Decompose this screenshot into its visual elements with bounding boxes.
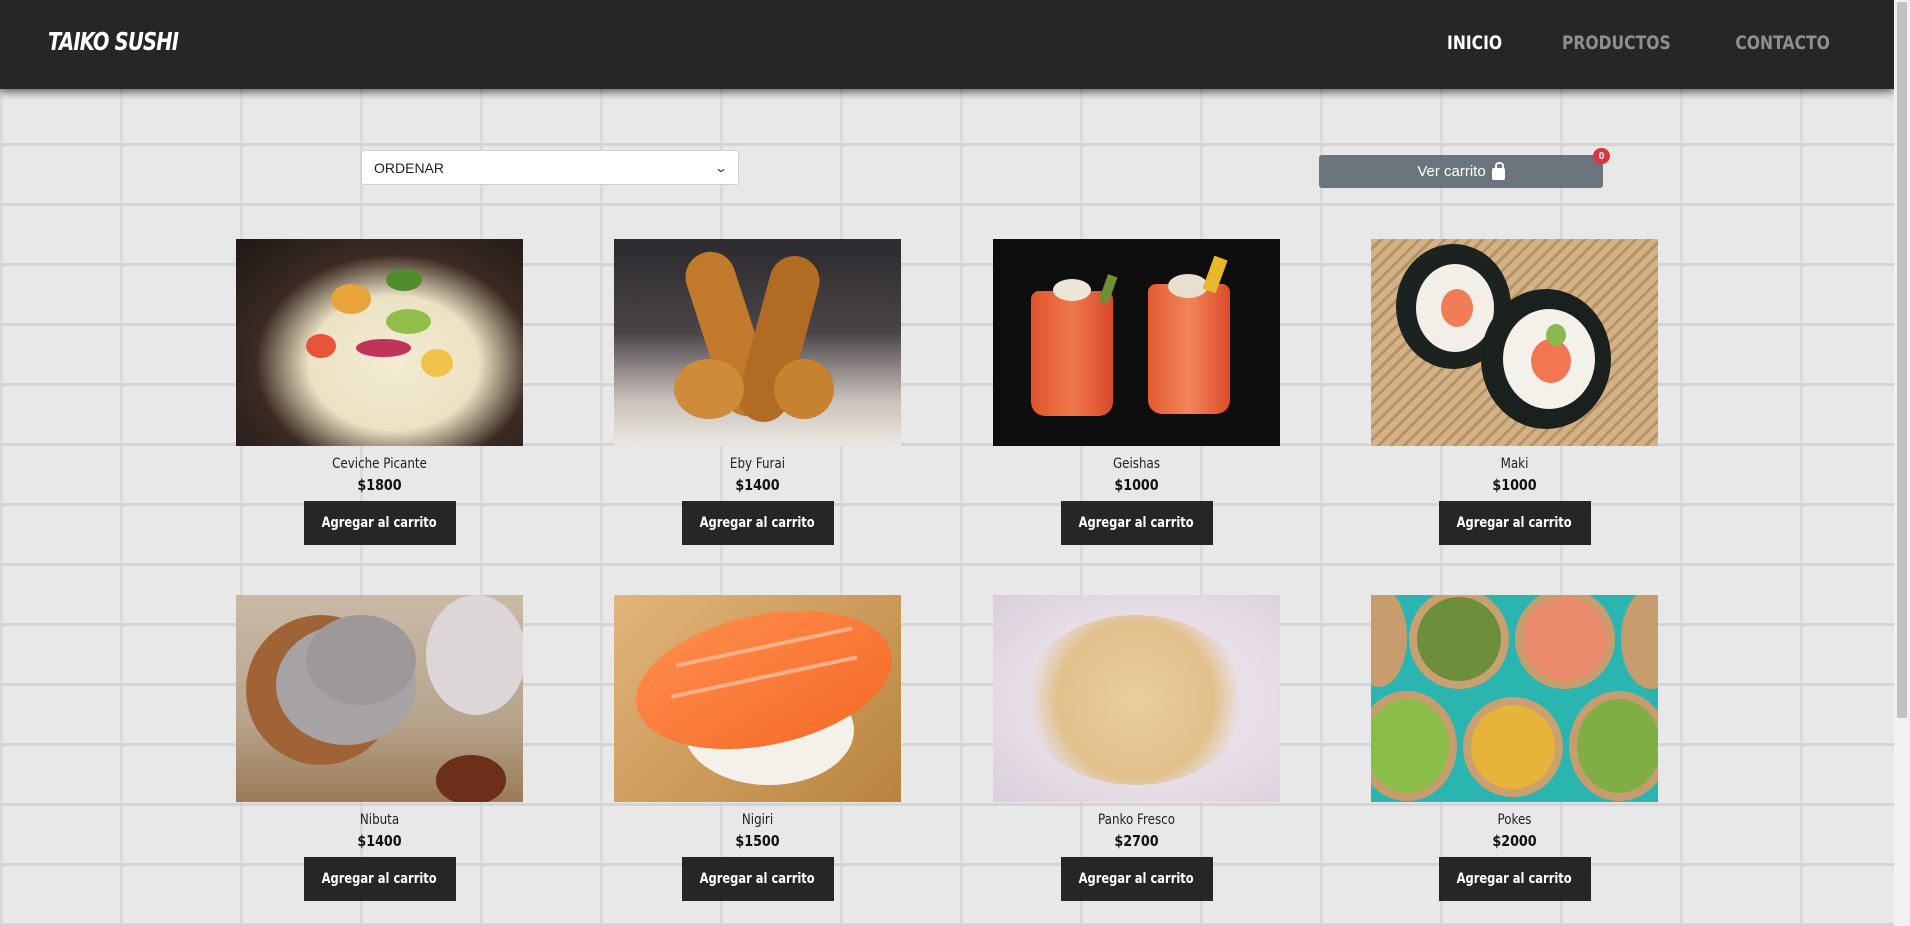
chevron-down-icon: ⌄ [713, 160, 729, 175]
product-card: Panko Fresco $2700 Agregar al carrito [993, 595, 1280, 901]
product-price: $1000 [1114, 476, 1159, 494]
view-cart-button[interactable]: Ver carrito [1319, 155, 1603, 188]
product-price: $1500 [735, 832, 780, 850]
product-card: Geishas $1000 Agregar al carrito [993, 239, 1280, 545]
product-price: $2000 [1492, 832, 1537, 850]
product-name: Geishas [1112, 456, 1161, 472]
product-image-nigiri [614, 595, 901, 802]
product-card: Maki $1000 Agregar al carrito [1371, 239, 1658, 545]
nav-link-productos[interactable]: PRODUCTOS [1562, 32, 1671, 54]
nav-link-contacto[interactable]: CONTACTO [1735, 32, 1830, 54]
add-to-cart-button[interactable]: Agregar al carrito [303, 857, 456, 901]
scrollbar-thumb[interactable] [1897, 2, 1907, 718]
product-card: Pokes $2000 Agregar al carrito [1371, 595, 1658, 901]
main-nav: INICIO PRODUCTOS CONTACTO [1441, 32, 1840, 54]
product-image-eby-furai [614, 239, 901, 446]
cart-count-badge: 0 [1593, 148, 1610, 164]
product-name: Ceviche Picante [332, 456, 427, 472]
product-card: Nibuta $1400 Agregar al carrito [236, 595, 523, 901]
product-price: $1400 [357, 832, 402, 850]
add-to-cart-label: Agregar al carrito [699, 515, 816, 531]
product-image-maki [1371, 239, 1658, 446]
product-image-panko [993, 595, 1280, 802]
product-price: $1400 [735, 476, 780, 494]
product-price: $1800 [357, 476, 402, 494]
product-name: Panko Fresco [1098, 812, 1175, 828]
view-cart-label: Ver carrito [1417, 163, 1486, 180]
brand-logo[interactable]: TAIKO SUSHI [48, 27, 179, 56]
product-card: Eby Furai $1400 Agregar al carrito [614, 239, 901, 545]
add-to-cart-label: Agregar al carrito [1456, 871, 1573, 887]
product-card: Ceviche Picante $1800 Agregar al carrito [236, 239, 523, 545]
shopping-bag-icon [1491, 161, 1505, 180]
nav-link-inicio[interactable]: INICIO [1447, 32, 1502, 54]
product-name: Nigiri [741, 812, 774, 828]
product-image-nibuta [236, 595, 523, 802]
add-to-cart-button[interactable]: Agregar al carrito [1060, 501, 1213, 545]
product-name: Nibuta [359, 812, 400, 828]
product-name: Eby Furai [729, 456, 786, 472]
product-image-geishas [993, 239, 1280, 446]
add-to-cart-label: Agregar al carrito [699, 871, 816, 887]
product-price: $2700 [1114, 832, 1159, 850]
add-to-cart-label: Agregar al carrito [1456, 515, 1573, 531]
add-to-cart-button[interactable]: Agregar al carrito [303, 501, 456, 545]
top-navbar: TAIKO SUSHI INICIO PRODUCTOS CONTACTO [0, 0, 1894, 89]
add-to-cart-button[interactable]: Agregar al carrito [1438, 501, 1591, 545]
product-image-ceviche [236, 239, 523, 446]
product-name: Pokes [1497, 812, 1532, 828]
add-to-cart-label: Agregar al carrito [321, 515, 438, 531]
product-image-pokes [1371, 595, 1658, 802]
page-scrollbar[interactable] [1894, 0, 1910, 926]
add-to-cart-button[interactable]: Agregar al carrito [1060, 857, 1213, 901]
sort-select-value: ORDENAR [374, 159, 445, 176]
product-price: $1000 [1492, 476, 1537, 494]
product-name: Maki [1500, 456, 1529, 472]
add-to-cart-label: Agregar al carrito [1078, 515, 1195, 531]
sort-select[interactable]: ORDENAR ⌄ [361, 150, 739, 185]
add-to-cart-button[interactable]: Agregar al carrito [681, 857, 834, 901]
add-to-cart-label: Agregar al carrito [1078, 871, 1195, 887]
add-to-cart-button[interactable]: Agregar al carrito [1438, 857, 1591, 901]
product-card: Nigiri $1500 Agregar al carrito [614, 595, 901, 901]
add-to-cart-label: Agregar al carrito [321, 871, 438, 887]
add-to-cart-button[interactable]: Agregar al carrito [681, 501, 834, 545]
